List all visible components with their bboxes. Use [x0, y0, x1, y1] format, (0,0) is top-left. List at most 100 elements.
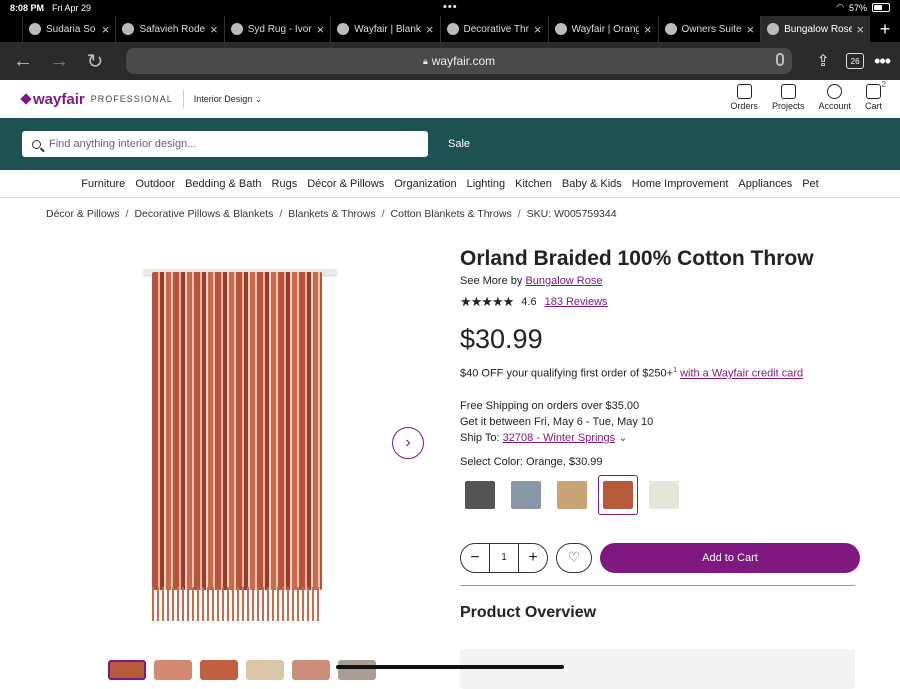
home-indicator[interactable] — [336, 665, 564, 669]
decrease-quantity-button[interactable]: − — [461, 549, 489, 567]
color-swatch[interactable] — [598, 474, 638, 515]
overview-panel — [460, 649, 855, 689]
browser-tab[interactable]: Wayfair | Orang × — [547, 16, 658, 42]
header-account-button[interactable]: Account — [818, 84, 851, 111]
sale-link[interactable]: Sale — [448, 138, 470, 150]
thumbnail[interactable] — [292, 660, 330, 680]
category-link[interactable]: Pet — [802, 178, 819, 190]
category-link[interactable]: Lighting — [467, 178, 506, 190]
reload-icon[interactable]: ↻ — [82, 49, 108, 74]
close-tab-icon[interactable]: × — [317, 22, 325, 37]
zip-code-link[interactable]: 32708 - Winter Springs — [503, 432, 616, 444]
browser-tab[interactable]: Sudaria So × — [22, 16, 115, 42]
ship-to: Ship To: 32708 - Winter Springs ⌄ — [460, 431, 628, 444]
product-main-image[interactable] — [130, 269, 350, 624]
cart-icon: 2 — [865, 80, 886, 99]
search-band: Sale — [0, 118, 900, 170]
more-icon[interactable]: ••• — [874, 51, 891, 72]
wayfair-logo[interactable]: wayfair PROFESSIONAL — [20, 91, 173, 108]
color-swatch[interactable] — [460, 475, 500, 515]
quantity-value[interactable]: 1 — [489, 543, 519, 572]
search-box[interactable] — [22, 131, 428, 157]
category-link[interactable]: Furniture — [81, 178, 125, 190]
tab-favicon-icon — [767, 23, 780, 35]
browser-tab[interactable]: Decorative Thr × — [439, 16, 548, 42]
breadcrumb-link[interactable]: Decorative Pillows & Blankets — [134, 208, 273, 220]
new-tab-button[interactable]: + — [870, 16, 900, 42]
address-bar[interactable]: 🔒︎ wayfair.com — [126, 48, 793, 74]
breadcrumb-link[interactable]: Décor & Pillows — [46, 208, 120, 220]
category-link[interactable]: Décor & Pillows — [307, 178, 384, 190]
category-link[interactable]: Home Improvement — [632, 178, 729, 190]
brand-link[interactable]: Bungalow Rose — [525, 275, 602, 287]
swatch-image — [465, 480, 495, 509]
rating-row: ★★★★★ 4.6 183 Reviews — [460, 294, 860, 310]
category-link[interactable]: Outdoor — [135, 178, 175, 190]
product-section: › Orland Braided 100% Cotton Throw See M… — [0, 243, 900, 689]
browser-tab[interactable]: Wayfair | Blank × — [330, 16, 439, 42]
breadcrumb-link[interactable]: Blankets & Throws — [288, 208, 375, 220]
lock-icon: 🔒︎ — [422, 55, 428, 66]
increase-quantity-button[interactable]: + — [519, 549, 547, 567]
throw-blanket-image — [152, 272, 322, 590]
close-tab-icon[interactable]: × — [747, 22, 755, 37]
category-link[interactable]: Rugs — [272, 178, 298, 190]
breadcrumb-link[interactable]: Cotton Blankets & Throws — [391, 208, 512, 220]
close-tab-icon[interactable]: × — [857, 22, 865, 37]
product-title: Orland Braided 100% Cotton Throw — [460, 247, 814, 270]
browser-tab[interactable]: Bungalow Rose × — [760, 16, 871, 42]
favorite-button[interactable]: ♡ — [556, 542, 592, 573]
browser-tab[interactable]: Safavieh Rode × — [115, 16, 223, 42]
close-tab-icon[interactable]: × — [210, 22, 218, 37]
thumbnail[interactable] — [154, 660, 192, 680]
star-rating-icon: ★★★★★ — [460, 294, 514, 309]
color-label: Select Color: Orange, $30.99 — [460, 455, 603, 468]
color-swatch[interactable] — [644, 475, 684, 515]
breadcrumb-separator: / — [517, 208, 521, 220]
next-image-button[interactable]: › — [392, 427, 424, 459]
breadcrumb-separator: / — [381, 208, 385, 220]
close-tab-icon[interactable]: × — [534, 22, 542, 37]
back-button[interactable]: ← — [10, 50, 36, 73]
thumbnail[interactable] — [246, 660, 284, 680]
tab-count-button[interactable]: 26 — [846, 53, 865, 69]
category-link[interactable]: Organization — [394, 178, 456, 190]
close-tab-icon[interactable]: × — [644, 22, 652, 37]
browser-tab[interactable]: Syd Rug - Ivor × — [223, 16, 331, 42]
forward-button[interactable]: → — [46, 50, 72, 73]
close-tab-icon[interactable]: × — [102, 22, 110, 37]
color-swatches — [460, 474, 860, 515]
swatch-image — [649, 480, 679, 509]
color-swatch[interactable] — [552, 475, 592, 515]
header-orders-button[interactable]: Orders — [730, 84, 758, 111]
credit-card-link[interactable]: with a Wayfair credit card — [680, 368, 803, 380]
category-link[interactable]: Kitchen — [515, 178, 552, 190]
close-tab-icon[interactable]: × — [426, 22, 434, 37]
free-shipping-text: Free Shipping on orders over $35.00 — [460, 399, 640, 412]
header-cart-button[interactable]: 2 Cart — [865, 80, 886, 111]
add-to-cart-button[interactable]: Add to Cart — [600, 542, 860, 573]
color-swatch[interactable] — [506, 475, 546, 515]
category-link[interactable]: Baby & Kids — [562, 178, 622, 190]
status-bar: 8:08 PM Fri Apr 29 ••• ◠ 57% — [0, 0, 900, 16]
purchase-actions: − 1 + ♡ Add to Cart — [460, 542, 860, 573]
reviews-link[interactable]: 183 Reviews — [545, 296, 608, 308]
category-link[interactable]: Appliances — [738, 178, 792, 190]
thumbnail[interactable] — [338, 660, 376, 680]
browser-tab[interactable]: Owners Suite × — [657, 16, 761, 42]
category-link[interactable]: Bedding & Bath — [185, 178, 261, 190]
tab-favicon-icon — [337, 23, 350, 35]
url-text: wayfair.com — [431, 54, 496, 68]
status-right: ◠ 57% — [836, 2, 890, 13]
industry-dropdown[interactable]: Interior Design ⌄ — [194, 94, 263, 105]
logo-mark-icon — [20, 93, 32, 105]
header-projects-button[interactable]: Projects — [772, 84, 804, 111]
thumbnail[interactable] — [200, 660, 238, 680]
delivery-estimate: Get it between Fri, May 6 - Tue, May 10 — [460, 415, 654, 428]
microphone-icon[interactable] — [776, 53, 785, 66]
multitask-dots-icon[interactable]: ••• — [443, 1, 458, 13]
search-input[interactable] — [49, 138, 389, 150]
battery-percent: 57% — [848, 2, 867, 13]
thumbnail[interactable] — [108, 660, 146, 680]
share-icon[interactable]: ⇪ — [810, 51, 836, 71]
